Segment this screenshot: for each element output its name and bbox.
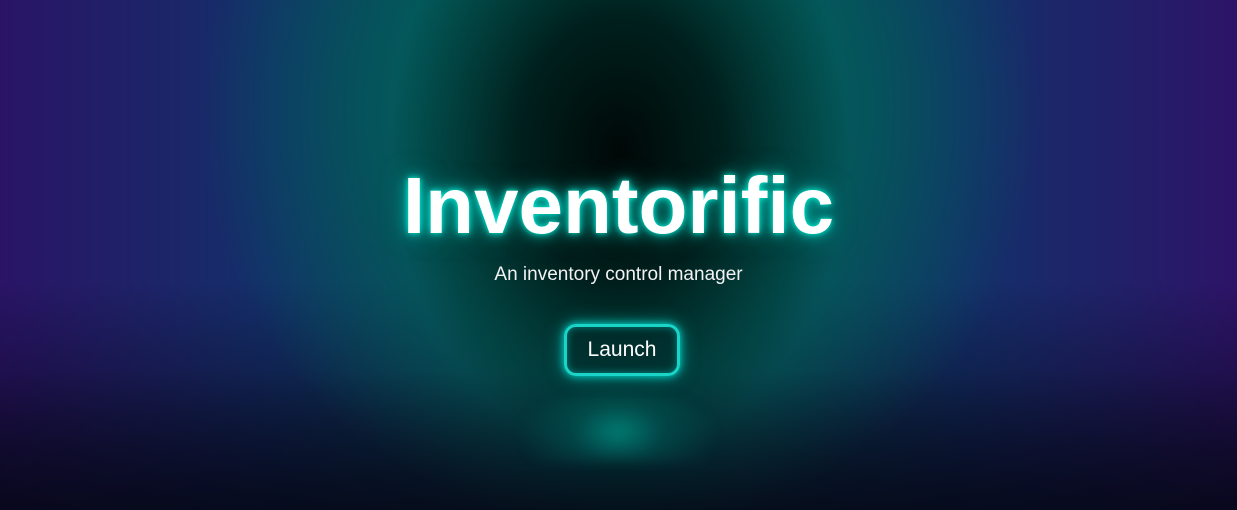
landing-stage: Inventorific An inventory control manage… [0, 0, 1237, 510]
launch-button[interactable]: Launch [564, 324, 680, 376]
floor-glow [518, 392, 718, 462]
app-title: Inventorific [402, 161, 835, 250]
app-subtitle: An inventory control manager [494, 264, 743, 285]
